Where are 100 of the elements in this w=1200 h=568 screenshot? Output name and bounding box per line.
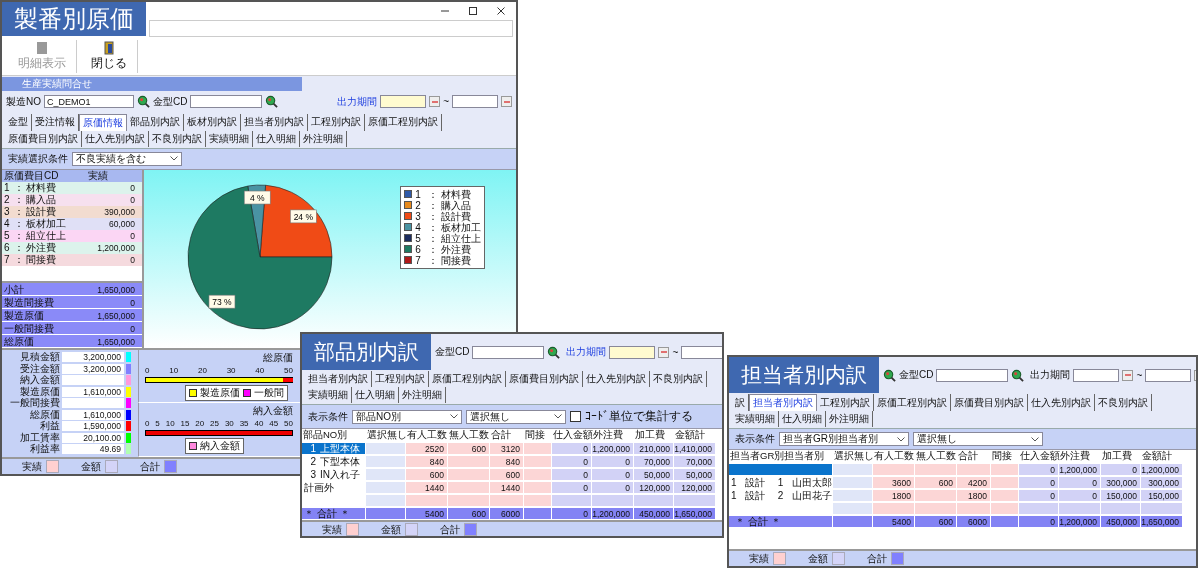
row-header-cell[interactable]: ＊ 合計 ＊ [729,515,833,528]
column-header: 加工費 [1101,450,1133,463]
table-cell-text: 設計 [745,489,767,501]
tab[interactable]: 実績明細 [732,411,779,427]
table-cell-text: 2 [309,455,317,467]
maximize-icon[interactable] [468,5,478,16]
calendar-button[interactable] [658,346,670,358]
tab[interactable]: 金型 [5,113,32,131]
table-cell-text: 5 [4,229,11,242]
table-cell: 0 [1019,515,1059,528]
close-icon[interactable] [496,5,506,16]
tab[interactable]: 不良別内訳 [650,371,707,387]
search-icon[interactable] [1011,368,1025,382]
row-header-cell[interactable]: 1 設計 1 山田太郎 [729,476,833,489]
tab[interactable]: 外注明細 [399,387,446,403]
field-label: 表示条件 [735,432,775,446]
mold-code-field[interactable] [190,95,263,109]
legend-label: 金額 [808,551,828,566]
table-cell-text: 2 [776,489,785,501]
tab[interactable]: 工程別内訳 [308,113,365,131]
table-cell [991,489,1019,502]
date-field[interactable] [452,95,498,109]
tab[interactable]: 訳 [732,394,749,411]
axis-tick-label: 0 [145,365,150,375]
tab[interactable]: 仕入先別内訳 [583,371,650,387]
table-cell [957,502,991,515]
field-label: 納入金額 [19,373,60,386]
date-field[interactable] [609,345,656,359]
table-cell-text: ： [14,217,25,230]
tab[interactable]: 工程別内訳 [817,394,874,411]
table-cell [957,463,991,476]
dropdown[interactable]: 不良実績を含む [72,151,182,166]
tab[interactable]: 原価情報 [79,113,127,131]
tab[interactable]: 担当者別内訳 [305,371,372,387]
order-number-field[interactable]: C_DEMO1 [44,95,134,109]
search-icon[interactable] [265,95,279,109]
tab[interactable]: 原価費目別内訳 [951,394,1028,411]
dropdown[interactable]: 選択無し [466,409,566,424]
checkbox[interactable] [570,411,581,422]
table-cell: 0 [1019,463,1059,476]
date-field[interactable] [1145,368,1192,382]
legend-label: ： [428,254,439,266]
table-cell: 1,410,000 [674,442,716,455]
tab[interactable]: 原価工程別内訳 [874,394,951,411]
calendar-button[interactable] [1122,369,1134,381]
field-label: 金型CD [899,368,934,382]
tab[interactable]: 受注情報 [32,113,79,131]
row-header-cell[interactable]: ＊ 合計 ＊ [302,507,366,520]
table-cell: 50,000 [634,468,674,481]
tab[interactable]: 原価費目別内訳 [506,371,583,387]
legend-label: 2 [415,199,422,211]
date-field[interactable] [681,345,722,359]
tab[interactable]: 原価工程別内訳 [429,371,506,387]
legend-label: ： [428,243,439,255]
dropdown[interactable]: 部品NO別 [352,409,462,424]
tab[interactable]: 板材別内訳 [184,113,241,131]
dropdown[interactable]: 担当者GR別担当者別 [779,432,909,446]
table-cell-text: 60,000 [108,217,136,230]
mold-code-field[interactable] [936,368,1009,382]
tab[interactable]: 工程別内訳 [372,371,429,387]
table-cell-text: 小計 [3,282,25,297]
table-cell-text: 1,200,000 [96,241,136,254]
tab[interactable]: 外注明細 [826,411,873,427]
row-header-cell[interactable]: 1 上型本体 [302,442,366,455]
tab[interactable]: 部品別内訳 [127,113,184,131]
search-icon[interactable] [883,368,896,382]
legend-label: 4 [415,221,422,233]
tab[interactable]: 原価工程別内訳 [365,113,442,131]
checkbox-label[interactable]: ｺｰﾄﾞ単位で集計する [585,408,693,425]
table-cell [448,494,490,507]
search-icon[interactable] [547,345,561,359]
table-cell: 6000 [957,515,991,528]
tab[interactable]: 担当者別内訳 [241,113,308,131]
dropdown[interactable]: 選択無し [913,432,1043,446]
calendar-button[interactable] [429,96,441,108]
tab[interactable]: 仕入明細 [352,387,399,403]
column-header: 有人工数 [874,450,915,463]
table-cell[interactable] [729,463,833,476]
tab[interactable]: 仕入先別内訳 [1028,394,1095,411]
table-cell: 6000 [490,507,524,520]
table-cell-text: 1 [776,476,785,488]
table-cell: 1,200,000 [1059,515,1101,528]
mold-code-field[interactable] [472,345,545,359]
legend-label: 6 [415,243,422,255]
tab[interactable]: 不良別内訳 [1095,394,1152,411]
table-cell: 0 [592,455,634,468]
calendar-button[interactable] [501,96,512,108]
table-cell-text: ： [14,181,25,194]
table-cell: 840 [490,455,524,468]
table-cell-text: 1,650,000 [96,310,136,321]
search-icon[interactable] [137,95,150,109]
date-field[interactable] [380,95,427,109]
row-header-cell[interactable]: 1 設計 2 山田花子 [729,489,833,502]
table-cell: 600 [448,507,490,520]
tab[interactable]: 担当者別内訳 [749,394,817,411]
tab[interactable]: 実績明細 [305,387,352,403]
tab[interactable]: 仕入明細 [779,411,826,427]
door-icon [102,41,116,55]
date-field[interactable] [1073,368,1120,382]
column-header: 選択無し [833,450,873,463]
